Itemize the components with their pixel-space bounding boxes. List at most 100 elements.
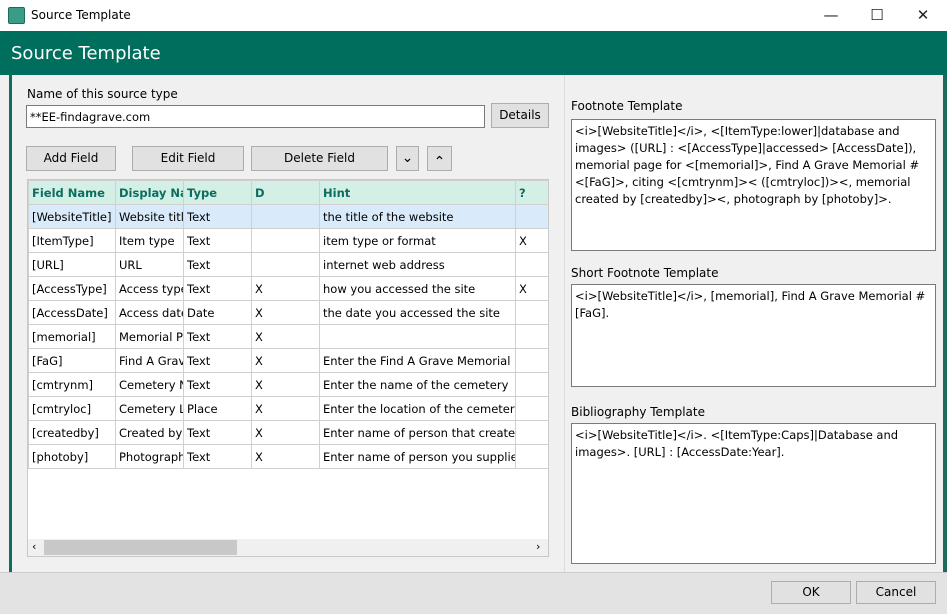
table-cell: [photoby] — [28, 444, 116, 469]
table-cell: internet web address — [319, 252, 516, 277]
table-cell: X — [251, 348, 320, 373]
add-field-button[interactable]: Add Field — [26, 146, 116, 171]
table-cell — [515, 420, 548, 445]
scroll-left-arrow[interactable]: ‹ — [32, 540, 36, 553]
table-cell: [ItemType] — [28, 228, 116, 253]
panel-divider — [564, 75, 565, 572]
chevron-down-icon: ⌄ — [401, 150, 414, 166]
right-accent-bar — [943, 75, 947, 572]
table-cell: [memorial] — [28, 324, 116, 349]
column-header[interactable]: Hint — [319, 180, 516, 205]
table-cell: X — [251, 372, 320, 397]
bibliography-label: Bibliography Template — [571, 405, 705, 419]
column-header[interactable]: D — [251, 180, 320, 205]
scroll-right-arrow[interactable]: › — [536, 540, 540, 553]
move-up-button[interactable]: ⌃ — [427, 146, 452, 171]
bibliography-template-input[interactable]: <i>[WebsiteTitle]</i>. <[ItemType:Caps]|… — [571, 423, 936, 564]
window-title: Source Template — [31, 8, 131, 22]
close-button[interactable]: ✕ — [900, 0, 946, 31]
table-cell: Text — [183, 204, 252, 229]
maximize-button[interactable]: ☐ — [854, 0, 900, 31]
table-cell: X — [251, 396, 320, 421]
minimize-button[interactable]: — — [808, 0, 854, 31]
table-cell: Text — [183, 444, 252, 469]
table-cell: Item type — [115, 228, 184, 253]
column-header[interactable]: Field Name — [28, 180, 116, 205]
table-cell: Text — [183, 372, 252, 397]
table-cell: Enter name of person you supplied photo — [319, 444, 516, 469]
fields-table[interactable]: Field NameDisplay NameTypeDHint? [Websit… — [27, 179, 549, 557]
table-row[interactable]: [URL] URL Text internet web address — [28, 252, 548, 277]
column-header[interactable]: Display Name — [115, 180, 184, 205]
table-cell: X — [251, 420, 320, 445]
table-cell: how you accessed the site — [319, 276, 516, 301]
table-row[interactable]: [createdby] Created by Text X Enter name of … — [28, 420, 548, 445]
table-cell: Date — [183, 300, 252, 325]
table-cell — [319, 324, 516, 349]
delete-field-button[interactable]: Delete Field — [251, 146, 388, 171]
table-cell: Website title — [115, 204, 184, 229]
move-down-button[interactable]: ⌄ — [396, 146, 419, 171]
table-row[interactable]: [cmtryloc]Cemetery LocationPlaceXEnter t… — [28, 396, 548, 421]
table-cell: X — [515, 276, 548, 301]
table-row[interactable]: [photoby] Photograph Text X Enter name of pe… — [28, 444, 548, 469]
table-cell: [WebsiteTitle] — [28, 204, 116, 229]
table-cell: Cemetery Location — [115, 396, 184, 421]
column-header[interactable]: ? — [515, 180, 548, 205]
table-row[interactable]: [ItemType] Item type Text item type or form… — [28, 228, 548, 253]
short-footnote-template-input[interactable]: <i>[WebsiteTitle]</i>, [memorial], Find … — [571, 284, 936, 387]
table-cell: [FaG] — [28, 348, 116, 373]
table-cell — [515, 300, 548, 325]
table-cell: Enter the name of the cemetery — [319, 372, 516, 397]
page-header: Source Template — [0, 31, 947, 75]
footnote-template-input[interactable]: <i>[WebsiteTitle]</i>, <[ItemType:lower]… — [571, 119, 936, 251]
table-cell: Text — [183, 420, 252, 445]
table-cell: Text — [183, 252, 252, 277]
table-row[interactable]: [FaG]Find A GraveTextXEnter the Find A G… — [28, 348, 548, 373]
table-row[interactable]: [AccessDate] Access date Date Xthe date you… — [28, 300, 548, 325]
app-tree-icon — [8, 7, 25, 24]
table-cell: Text — [183, 228, 252, 253]
table-cell — [515, 324, 548, 349]
table-cell: Memorial Page — [115, 324, 184, 349]
chevron-up-icon: ⌃ — [433, 154, 446, 170]
table-cell: Photograph — [115, 444, 184, 469]
table-cell: item type or format — [319, 228, 516, 253]
horizontal-scrollbar[interactable]: ‹ › — [28, 539, 548, 556]
source-name-input[interactable]: **EE-findagrave.com — [26, 105, 485, 128]
table-cell: Created by — [115, 420, 184, 445]
edit-field-button[interactable]: Edit Field — [132, 146, 244, 171]
table-row[interactable]: [AccessType] Access type Text Xhow you acce… — [28, 276, 548, 301]
table-cell: [cmtrynm] — [28, 372, 116, 397]
table-cell — [515, 348, 548, 373]
title-bar: Source Template — ☐ ✕ — [0, 0, 947, 31]
table-cell: Enter name of person that created memori… — [319, 420, 516, 445]
table-cell: X — [515, 228, 548, 253]
source-name-label: Name of this source type — [27, 87, 178, 101]
scrollbar-thumb[interactable] — [44, 540, 237, 555]
table-row[interactable]: [cmtrynm]Cemetery NameTextXEnter the nam… — [28, 372, 548, 397]
ok-button[interactable]: OK — [771, 581, 851, 604]
column-header[interactable]: Type — [183, 180, 252, 205]
table-cell: [AccessDate] — [28, 300, 116, 325]
table-row[interactable]: [memorial]Memorial PageTextX — [28, 324, 548, 349]
details-button[interactable]: Details — [491, 103, 549, 128]
table-cell: Text — [183, 276, 252, 301]
table-cell: [URL] — [28, 252, 116, 277]
table-cell — [515, 252, 548, 277]
table-cell — [515, 444, 548, 469]
table-cell: Text — [183, 348, 252, 373]
table-row[interactable]: [WebsiteTitle]Website titleText the title… — [28, 204, 548, 229]
table-cell — [251, 204, 320, 229]
table-cell — [515, 396, 548, 421]
table-cell — [515, 204, 548, 229]
footnote-label: Footnote Template — [571, 99, 683, 113]
left-accent-bar — [9, 75, 12, 572]
table-cell: URL — [115, 252, 184, 277]
table-cell: Enter the location of the cemetery — [319, 396, 516, 421]
table-cell: Place — [183, 396, 252, 421]
cancel-button[interactable]: Cancel — [856, 581, 936, 604]
table-cell: the title of the website — [319, 204, 516, 229]
short-footnote-label: Short Footnote Template — [571, 266, 719, 280]
table-cell: X — [251, 300, 320, 325]
